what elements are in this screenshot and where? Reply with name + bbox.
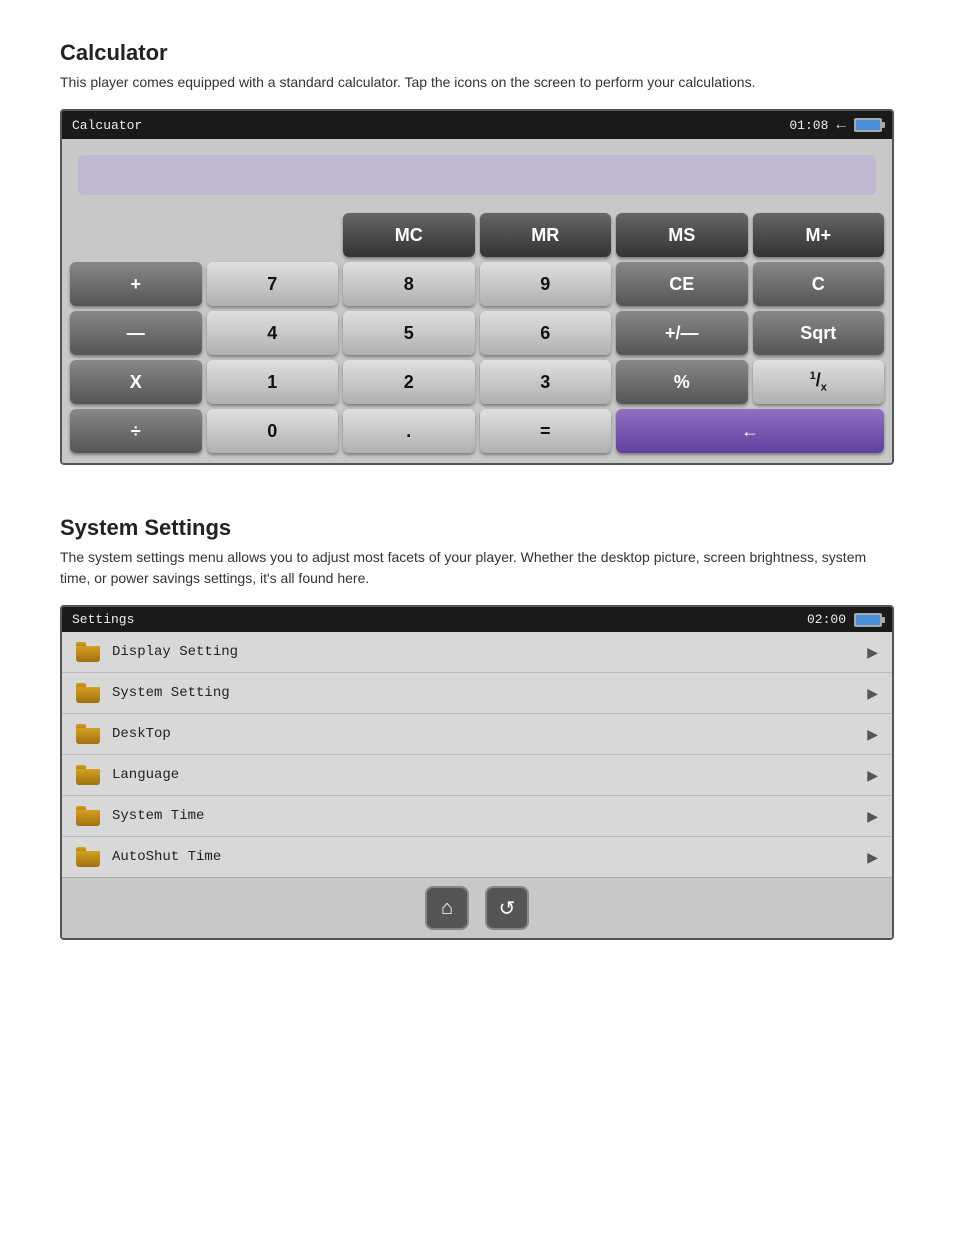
calculator-desc: This player comes equipped with a standa… [60, 72, 894, 93]
settings-item-autoshut[interactable]: AutoShut Time ▶ [62, 837, 892, 877]
settings-time: 02:00 [807, 612, 846, 627]
calc-five-button[interactable]: 5 [343, 311, 475, 355]
settings-item-display[interactable]: Display Setting ▶ [62, 632, 892, 673]
settings-label-desktop: DeskTop [112, 726, 867, 742]
folder-icon-systemtime [76, 806, 100, 826]
calculator-status-bar: Calcuator 01:08 ← [62, 111, 892, 139]
calc-plusminus-button[interactable]: +/— [616, 311, 748, 355]
folder-icon-language [76, 765, 100, 785]
calc-sqrt-button[interactable]: Sqrt [753, 311, 885, 355]
calc-equals-button[interactable]: = [480, 409, 612, 453]
calc-back-icon[interactable]: ← [836, 116, 846, 134]
calc-row2: — 4 5 6 +/— Sqrt [70, 311, 884, 355]
refresh-icon: ↺ [499, 896, 516, 921]
settings-label-autoshut: AutoShut Time [112, 849, 867, 865]
calc-nine-button[interactable]: 9 [480, 262, 612, 306]
settings-item-language[interactable]: Language ▶ [62, 755, 892, 796]
calc-six-button[interactable]: 6 [480, 311, 612, 355]
settings-label-systemtime: System Time [112, 808, 867, 824]
settings-arrow-system: ▶ [867, 685, 878, 702]
home-icon: ⌂ [441, 897, 453, 920]
calc-status-right: 01:08 ← [789, 116, 882, 134]
calc-one-button[interactable]: 1 [207, 360, 339, 404]
nav-refresh-button[interactable]: ↺ [485, 886, 529, 930]
calc-empty-2 [207, 213, 339, 257]
calc-plus-button[interactable]: + [70, 262, 202, 306]
folder-icon-display [76, 642, 100, 662]
calc-seven-button[interactable]: 7 [207, 262, 339, 306]
calc-two-button[interactable]: 2 [343, 360, 475, 404]
settings-desc: The system settings menu allows you to a… [60, 547, 894, 589]
calc-battery-icon [854, 118, 882, 132]
settings-battery-icon [854, 613, 882, 627]
calc-row1: + 7 8 9 CE C [70, 262, 884, 306]
settings-item-system[interactable]: System Setting ▶ [62, 673, 892, 714]
calc-time: 01:08 [789, 118, 828, 133]
settings-app-title: Settings [72, 612, 134, 627]
calc-c-button[interactable]: C [753, 262, 885, 306]
folder-icon-autoshut [76, 847, 100, 867]
settings-list: Display Setting ▶ System Setting ▶ DeskT… [62, 632, 892, 877]
calc-backspace-button[interactable]: ← [616, 409, 884, 453]
settings-label-display: Display Setting [112, 644, 867, 660]
calc-memory-row: MC MR MS M+ [70, 213, 884, 257]
settings-arrow-desktop: ▶ [867, 726, 878, 743]
settings-item-desktop[interactable]: DeskTop ▶ [62, 714, 892, 755]
calc-multiply-button[interactable]: X [70, 360, 202, 404]
folder-icon-desktop [76, 724, 100, 744]
calc-zero-button[interactable]: 0 [207, 409, 339, 453]
calc-row3: X 1 2 3 % 1/x [70, 360, 884, 404]
calc-ce-button[interactable]: CE [616, 262, 748, 306]
settings-status-right: 02:00 [807, 612, 882, 627]
calculator-title: Calculator [60, 40, 894, 66]
calc-four-button[interactable]: 4 [207, 311, 339, 355]
calc-minus-button[interactable]: — [70, 311, 202, 355]
calc-mplus-button[interactable]: M+ [753, 213, 885, 257]
calc-empty-1 [70, 213, 202, 257]
folder-icon-system [76, 683, 100, 703]
settings-arrow-systemtime: ▶ [867, 808, 878, 825]
reciprocal-label: 1/x [810, 370, 827, 394]
settings-title: System Settings [60, 515, 894, 541]
settings-bottom-nav: ⌂ ↺ [62, 877, 892, 938]
settings-arrow-language: ▶ [867, 767, 878, 784]
calc-divide-button[interactable]: ÷ [70, 409, 202, 453]
calc-display [78, 155, 876, 195]
calc-app-title: Calcuator [72, 118, 142, 133]
settings-device: Settings 02:00 Display Setting ▶ System … [60, 605, 894, 940]
nav-home-button[interactable]: ⌂ [425, 886, 469, 930]
calc-eight-button[interactable]: 8 [343, 262, 475, 306]
settings-arrow-display: ▶ [867, 644, 878, 661]
calc-ms-button[interactable]: MS [616, 213, 748, 257]
calc-row4: ÷ 0 . = ← [70, 409, 884, 453]
calculator-device: Calcuator 01:08 ← MC MR MS M+ + 7 8 9 CE… [60, 109, 894, 465]
calc-buttons-area: MC MR MS M+ + 7 8 9 CE C — 4 5 6 +/— Sqr… [62, 207, 892, 463]
calc-mc-button[interactable]: MC [343, 213, 475, 257]
settings-arrow-autoshut: ▶ [867, 849, 878, 866]
calc-decimal-button[interactable]: . [343, 409, 475, 453]
settings-status-bar: Settings 02:00 [62, 607, 892, 632]
calc-percent-button[interactable]: % [616, 360, 748, 404]
calc-reciprocal-button[interactable]: 1/x [753, 360, 885, 404]
settings-label-system: System Setting [112, 685, 867, 701]
calc-three-button[interactable]: 3 [480, 360, 612, 404]
calc-mr-button[interactable]: MR [480, 213, 612, 257]
settings-item-systemtime[interactable]: System Time ▶ [62, 796, 892, 837]
settings-label-language: Language [112, 767, 867, 783]
